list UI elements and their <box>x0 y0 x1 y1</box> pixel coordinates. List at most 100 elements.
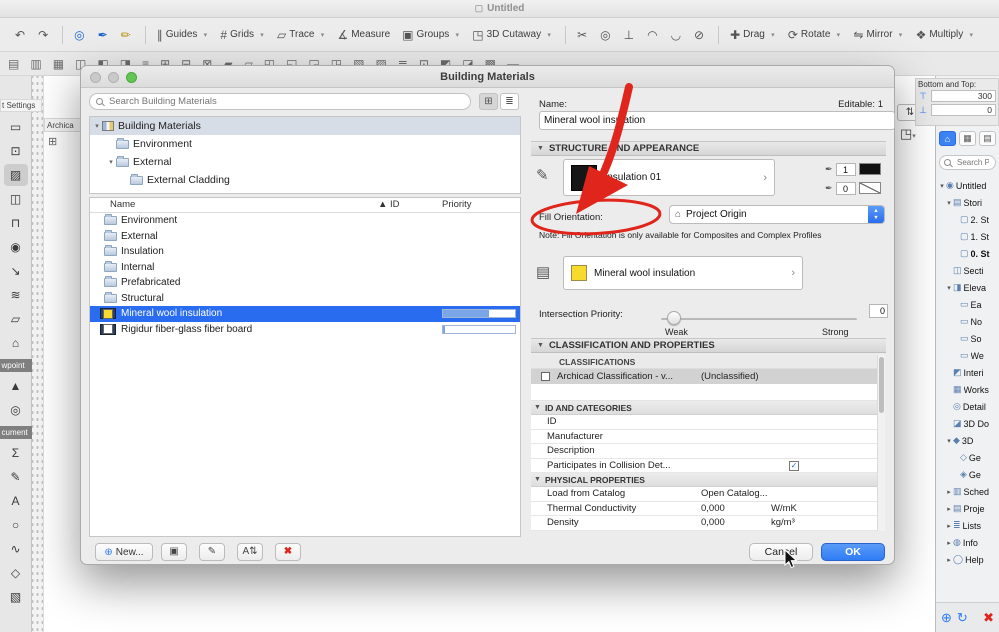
navigator-search-input[interactable] <box>955 157 991 168</box>
toolbar-item[interactable] <box>62 25 64 44</box>
toolbar-item[interactable]: ✒ <box>93 25 116 45</box>
classification-row[interactable]: Archicad Classification - v... (Unclassi… <box>531 369 879 384</box>
navigator-item[interactable]: ◩ Interi <box>936 364 999 381</box>
tool-item[interactable]: ▧ <box>4 586 28 608</box>
property-row[interactable]: Participates in Collision Det... <box>531 458 877 473</box>
slider-knob[interactable] <box>667 311 681 325</box>
scrollbar-thumb[interactable] <box>879 357 884 413</box>
navigator-item[interactable]: ▸ ◯ Help <box>936 551 999 568</box>
toolbar-item[interactable]: ⇋ Mirror ▾ <box>848 25 910 45</box>
tool-item[interactable]: ◎ <box>4 399 28 421</box>
material-name-field[interactable] <box>539 111 895 130</box>
table-header[interactable]: Name ▲ ID Priority <box>90 198 520 213</box>
tool-item[interactable]: ▭ <box>4 116 28 138</box>
new-material-button[interactable]: ⊕ New... <box>95 543 153 561</box>
delete-button[interactable]: ✖ <box>275 543 301 561</box>
property-value[interactable]: 0,000 <box>701 517 725 528</box>
tool-item[interactable]: A <box>4 490 28 512</box>
navigator-item[interactable]: ▾ ◨ Eleva <box>936 279 999 296</box>
navigator-search[interactable] <box>939 155 996 170</box>
sort-button[interactable]: A⇅ <box>237 543 263 561</box>
tool-item[interactable]: ◉ <box>4 236 28 258</box>
property-row[interactable]: ID <box>531 415 877 430</box>
disclosure-icon[interactable]: ▾ <box>938 182 946 190</box>
column-name[interactable]: Name <box>110 199 135 210</box>
scrollbar[interactable] <box>877 355 885 531</box>
navigator-item[interactable]: ▸ ◍ Info <box>936 534 999 551</box>
toolbar-item[interactable]: ↶ <box>10 25 33 45</box>
navigator-item[interactable]: ▸ ≣ Lists <box>936 517 999 534</box>
toolbar-item[interactable]: ∡ Measure <box>332 25 397 45</box>
folder-tree-item[interactable]: External Cladding <box>90 171 520 189</box>
intersection-priority-field[interactable]: 0 <box>869 304 888 318</box>
navigator-footer-icon[interactable]: ↻ <box>957 610 968 626</box>
toolbar-item[interactable]: ◎ <box>69 25 92 45</box>
navigator-item[interactable]: ▾ ◆ 3D <box>936 432 999 449</box>
surface-selector[interactable]: Mineral wool insulation › <box>563 256 803 290</box>
table-row[interactable]: Insulation <box>90 244 520 260</box>
property-row[interactable]: Load from Catalog Open Catalog... <box>531 487 877 502</box>
close-window-button[interactable] <box>90 72 101 83</box>
id-categories-header[interactable]: ▼ ID AND CATEGORIES <box>531 401 877 415</box>
tool-item[interactable]: ◇ <box>4 562 28 584</box>
toolbar2-icon[interactable]: ▦ <box>53 57 64 71</box>
navigator-item[interactable]: ▾ ◉ Untitled <box>936 177 999 194</box>
zoom-window-button[interactable] <box>126 72 137 83</box>
toolbar-item[interactable] <box>718 25 720 44</box>
cancel-button[interactable]: Cancel <box>749 543 813 561</box>
cutaway-cube-icon[interactable]: ◳▾ <box>900 126 916 142</box>
tool-item[interactable]: ◫ <box>4 188 28 210</box>
tool-item[interactable]: ≋ <box>4 284 28 306</box>
bottom-offset-field[interactable]: 0 <box>931 104 996 116</box>
toolbar-item[interactable]: ◳ 3D Cutaway ▾ <box>467 25 559 45</box>
toolbar-item[interactable] <box>565 25 567 44</box>
toolbar-item[interactable] <box>144 25 146 44</box>
toolbar-item[interactable]: ↷ <box>33 25 56 45</box>
tool-item[interactable]: ▨ <box>3 164 28 186</box>
disclosure-icon[interactable]: ▸ <box>945 488 953 496</box>
navigator-footer-icon[interactable]: ⊕ <box>941 610 952 626</box>
tool-item[interactable]: ⌂ <box>4 332 28 354</box>
toolbar-item[interactable]: ▣ Groups ▾ <box>397 25 467 45</box>
navigator-item[interactable]: ◎ Detail <box>936 398 999 415</box>
toolbar-item[interactable]: ✚ Drag ▾ <box>725 25 783 45</box>
toolbar-item[interactable]: ❖ Multiply ▾ <box>911 25 982 45</box>
navigator-item[interactable]: ▾ ▤ Stori <box>936 194 999 211</box>
list-view-button[interactable]: ≣ <box>500 93 519 110</box>
fill-orientation-dropdown[interactable]: ⌂ Project Origin ▲ ▼ <box>669 205 885 224</box>
background-pen-swatch[interactable] <box>858 182 881 194</box>
disclosure-icon[interactable]: ▸ <box>945 556 953 564</box>
navigator-item[interactable]: ▦ Works <box>936 381 999 398</box>
navigator-item[interactable]: ▢ 1. St <box>936 228 999 245</box>
tool-item[interactable]: wpoint <box>0 359 32 372</box>
column-id[interactable]: ▲ ID <box>378 199 400 210</box>
minimize-window-button[interactable] <box>108 72 119 83</box>
toolbar-item[interactable]: ✂ <box>572 25 595 45</box>
folder-tree-item[interactable]: ▾ External <box>90 153 520 171</box>
dialog-titlebar[interactable]: Building Materials <box>81 66 894 88</box>
materials-search[interactable] <box>89 93 471 110</box>
folder-tree-item[interactable]: Environment <box>90 135 520 153</box>
checkbox[interactable] <box>789 460 799 471</box>
disclosure-icon[interactable]: ▸ <box>945 522 953 530</box>
navigator-footer-icon[interactable]: ✖ <box>983 610 994 626</box>
table-row[interactable]: Internal <box>90 260 520 276</box>
property-row[interactable]: Thermal Conductivity 0,000 W/mK <box>531 501 877 516</box>
toolbar-item[interactable]: ◎ <box>595 25 618 45</box>
tool-item[interactable]: ⊡ <box>4 140 28 162</box>
foreground-pen-field[interactable]: 1 <box>835 162 856 176</box>
disclosure-icon[interactable]: ▾ <box>945 284 953 292</box>
navigator-item[interactable]: ◪ 3D Do <box>936 415 999 432</box>
navigator-item[interactable]: ▢ 2. St <box>936 211 999 228</box>
tool-item[interactable]: ⊓ <box>4 212 28 234</box>
navigator-item[interactable]: ▭ We <box>936 347 999 364</box>
property-row[interactable]: Description <box>531 444 877 459</box>
tool-item[interactable]: ✎ <box>4 466 28 488</box>
navigator-item[interactable]: ◇ Ge <box>936 449 999 466</box>
toolbar2-icon[interactable]: ▤ <box>8 57 19 71</box>
toolbar-item[interactable]: ∥ Guides ▾ <box>152 25 216 45</box>
tool-item[interactable]: ○ <box>4 514 28 536</box>
toolbar-item[interactable]: ◠ <box>642 25 665 45</box>
navigator-item[interactable]: ◫ Secti <box>936 262 999 279</box>
navigator-toolbar-button[interactable]: ⌂ <box>939 131 956 146</box>
